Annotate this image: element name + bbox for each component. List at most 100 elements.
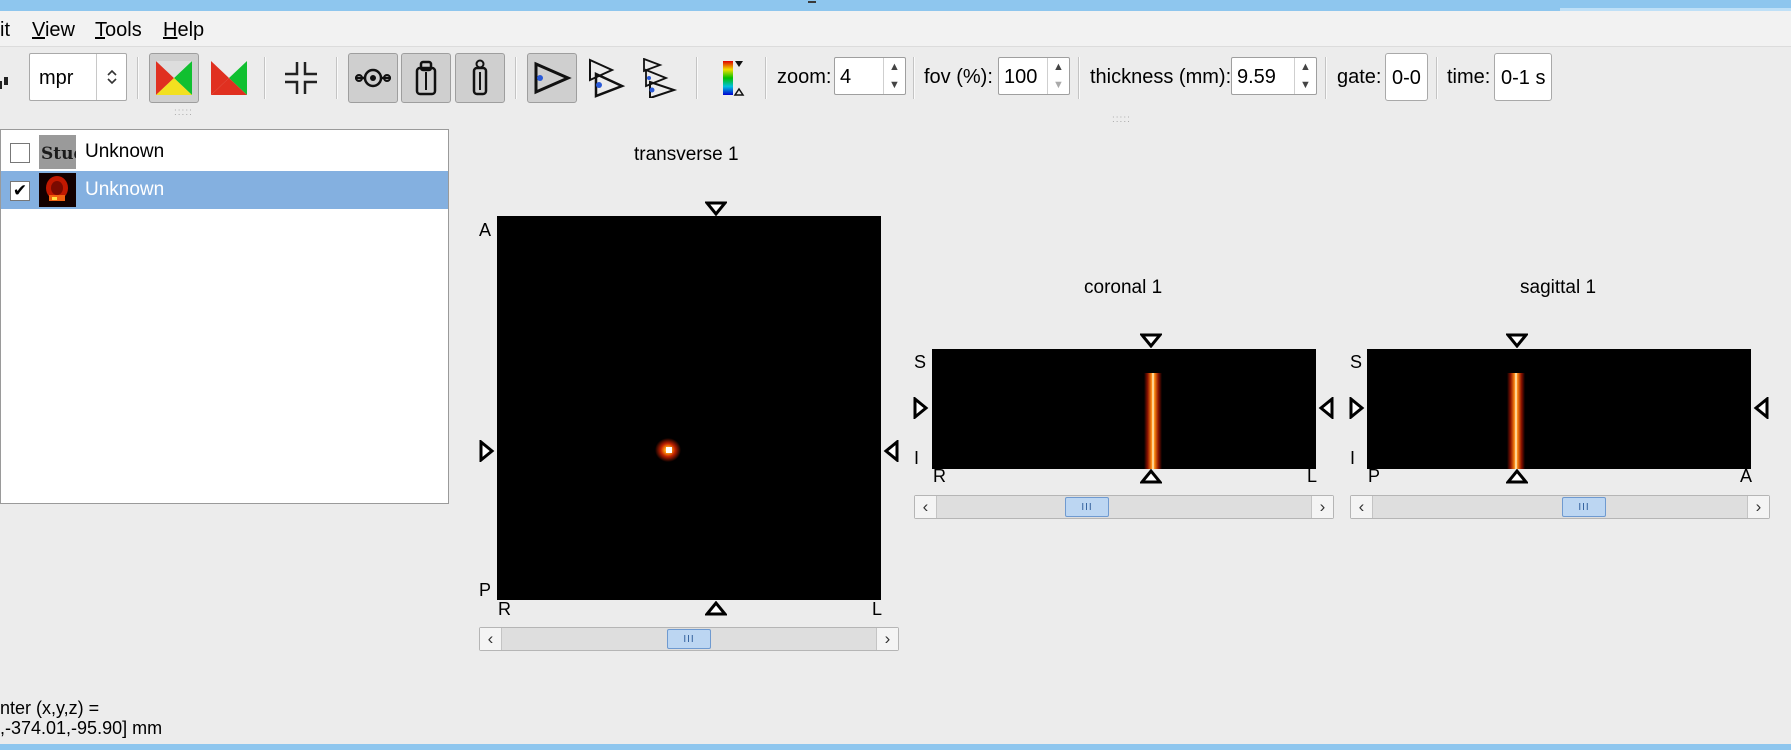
layout-select[interactable]: mpr (29, 53, 127, 101)
thickness-spinbox[interactable]: 9.59 ▲ ▼ (1231, 57, 1317, 95)
marker-left-icon[interactable] (1753, 397, 1769, 419)
dataset-checkbox[interactable]: ✔ (10, 181, 30, 201)
splitter-grip[interactable]: ::::: (1112, 114, 1131, 125)
orient-left-label: R (498, 599, 511, 619)
menu-view-label: iew (44, 19, 75, 41)
orient-right-label: L (1307, 466, 1318, 486)
scroll-left-icon[interactable]: ‹ (1351, 496, 1373, 518)
menu-edit[interactable]: it (0, 19, 10, 42)
coronal-image[interactable] (932, 349, 1316, 469)
single-view-button[interactable] (527, 53, 577, 103)
scroll-handle[interactable]: III (1065, 497, 1109, 517)
view-mode-sagittal-button[interactable] (455, 53, 505, 103)
toolbar-separator (1078, 57, 1080, 99)
zoom-stepper[interactable]: ▲ ▼ (883, 58, 905, 94)
scroll-handle[interactable]: III (1562, 497, 1606, 517)
marker-left-icon[interactable] (883, 440, 899, 462)
triple-view-button[interactable] (635, 53, 685, 103)
layout-icon[interactable] (0, 53, 22, 103)
study-checkbox[interactable] (10, 143, 30, 163)
orient-top-label: A (479, 220, 492, 240)
marker-left-icon[interactable] (1318, 397, 1334, 419)
sagittal-slice-scrollbar[interactable]: ‹ III › (1350, 495, 1770, 519)
menu-help[interactable]: Help (163, 19, 204, 42)
marker-right-icon[interactable] (1349, 397, 1365, 419)
window-titlebar (0, 0, 1791, 11)
toolbar: mpr zoom: 4 ▲ ▼ fov (%): 100 ▲ ▼ thickne… (0, 47, 1791, 109)
tree-row-study[interactable]: Study Unknown (1, 133, 448, 171)
view-center-label: nter (x,y,z) = (0, 698, 100, 718)
zoom-value: 4 (840, 66, 852, 88)
step-down-icon[interactable]: ▼ (884, 76, 905, 94)
sagittal-image[interactable] (1367, 349, 1751, 469)
scroll-left-icon[interactable]: ‹ (915, 496, 937, 518)
step-up-icon[interactable]: ▲ (1048, 58, 1069, 76)
view-center-readout: nter (x,y,z) = ,-374.01,-95.90] mm (0, 698, 162, 738)
scroll-right-icon[interactable]: › (876, 628, 898, 650)
step-up-icon[interactable]: ▲ (884, 58, 905, 76)
transverse-slice-icon (355, 68, 391, 88)
orient-bottom-label: I (914, 448, 920, 468)
toolbar-separator (913, 57, 915, 99)
transverse-hotspot (655, 438, 681, 462)
time-label: time: (1447, 66, 1491, 88)
transverse-view-title: transverse 1 (634, 144, 739, 165)
fov-spinbox[interactable]: 100 ▲ ▼ (998, 57, 1070, 95)
combo-arrows-icon[interactable] (96, 54, 126, 100)
view-mode-transverse-button[interactable] (348, 53, 398, 103)
scroll-handle[interactable]: III (667, 629, 711, 649)
layout-glyph-icon (0, 77, 8, 89)
marker-right-icon[interactable] (913, 397, 929, 419)
toolbar-separator (1436, 57, 1438, 99)
view-center-value: ,-374.01,-95.90] mm (0, 718, 163, 738)
transverse-slice-scrollbar[interactable]: ‹ III › (479, 627, 899, 651)
dual-view-button[interactable] (581, 53, 631, 103)
scroll-left-icon[interactable]: ‹ (480, 628, 502, 650)
dataset-thumbnail-icon (39, 173, 76, 207)
splitter-grip[interactable]: ::::: (174, 107, 193, 118)
scroll-right-icon[interactable]: › (1747, 496, 1769, 518)
transverse-image[interactable] (497, 216, 881, 600)
colormap-overlay-button[interactable] (204, 53, 254, 103)
crosshair-toggle-button[interactable] (276, 53, 326, 103)
view-mode-coronal-button[interactable] (401, 53, 451, 103)
marker-up-icon[interactable] (1506, 469, 1528, 484)
colorbar-button[interactable] (707, 53, 757, 103)
eye-double-icon (589, 58, 626, 98)
menu-tools-label: ools (105, 19, 142, 41)
menu-tools[interactable]: Tools (95, 19, 142, 42)
time-field[interactable]: 0-1 s (1494, 53, 1552, 101)
gate-field[interactable]: 0-0 (1385, 53, 1428, 101)
marker-down-icon[interactable] (1506, 333, 1528, 348)
coronal-view-title: coronal 1 (1084, 277, 1163, 298)
study-thumbnail-icon: Study (39, 135, 76, 169)
menu-view[interactable]: View (32, 19, 75, 42)
menu-view-accel: V (32, 19, 45, 41)
sagittal-hotspot (1507, 373, 1525, 469)
tree-row-label: Unknown (85, 141, 165, 162)
thickness-stepper[interactable]: ▲ ▼ (1294, 58, 1316, 94)
marker-up-icon[interactable] (705, 601, 727, 616)
scroll-right-icon[interactable]: › (1311, 496, 1333, 518)
tree-row-dataset[interactable]: ✔ Unknown (1, 171, 448, 209)
zoom-spinbox[interactable]: 4 ▲ ▼ (834, 57, 906, 95)
orient-bottom-label: I (1350, 448, 1356, 468)
marker-up-icon[interactable] (1140, 469, 1162, 484)
sagittal-slice-icon (472, 59, 488, 96)
step-down-icon[interactable]: ▼ (1048, 76, 1069, 94)
toolbar-separator (515, 57, 517, 99)
step-down-icon[interactable]: ▼ (1295, 76, 1316, 94)
toolbar-separator (264, 57, 266, 99)
fov-value: 100 (1004, 66, 1038, 88)
coronal-slice-scrollbar[interactable]: ‹ III › (914, 495, 1334, 519)
orient-top-label: S (914, 352, 927, 372)
colormap-blend-button[interactable] (149, 53, 199, 103)
fov-stepper[interactable]: ▲ ▼ (1047, 58, 1069, 94)
fov-label: fov (%): (924, 66, 993, 88)
marker-right-icon[interactable] (479, 440, 495, 462)
eye-single-icon (534, 61, 572, 95)
marker-down-icon[interactable] (705, 201, 727, 216)
marker-down-icon[interactable] (1140, 333, 1162, 348)
window-bottom-border (0, 744, 1791, 750)
step-up-icon[interactable]: ▲ (1295, 58, 1316, 76)
